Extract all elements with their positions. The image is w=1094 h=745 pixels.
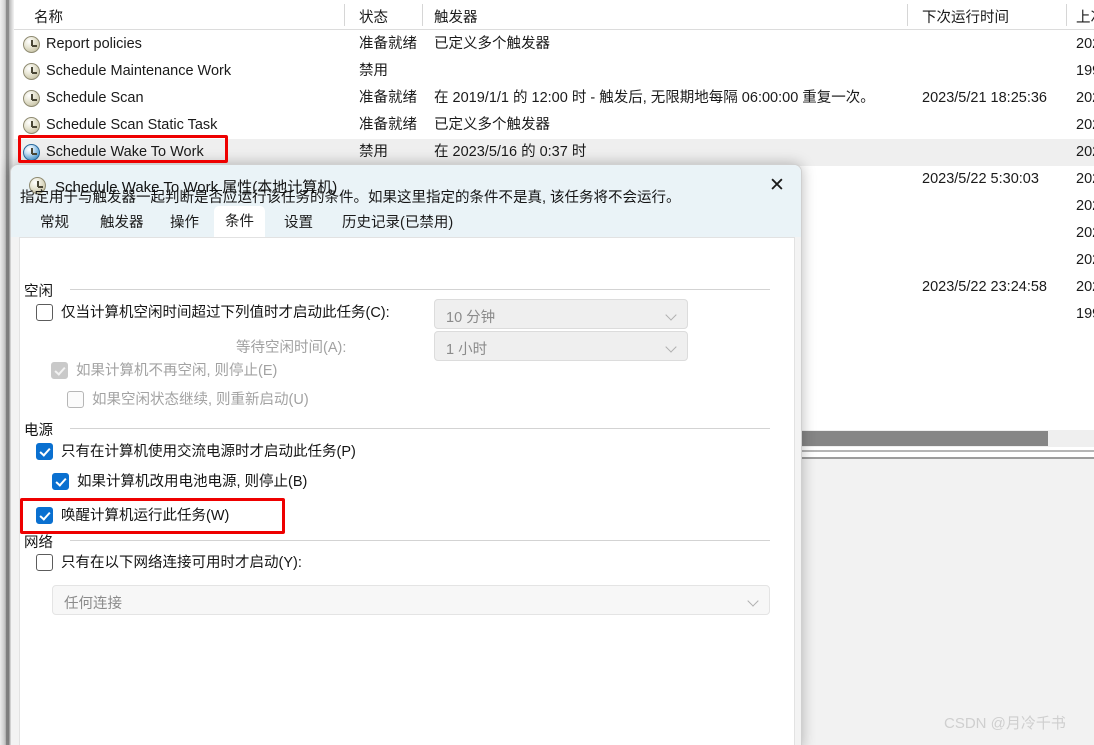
row-status: 准备就绪 (359, 90, 417, 106)
row-name: Schedule Scan Static Task (46, 117, 218, 133)
row-last-run: 199 (1076, 63, 1094, 79)
row-status: 准备就绪 (359, 117, 417, 133)
row-last-run: 202 (1076, 279, 1094, 295)
task-clock-icon (23, 63, 40, 80)
column-separator[interactable] (1066, 4, 1067, 26)
task-clock-icon (23, 36, 40, 53)
row-next-run: 2023/5/21 18:25:36 (922, 90, 1047, 106)
task-clock-icon (23, 117, 40, 134)
table-row[interactable]: Report policies 准备就绪 已定义多个触发器 202 (14, 31, 1094, 58)
row-name: Schedule Wake To Work (46, 144, 204, 160)
row-next-run: 2023/5/22 23:24:58 (922, 279, 1047, 295)
close-icon[interactable]: ✕ (751, 165, 801, 206)
task-clock-icon-blue (23, 144, 40, 161)
conditions-tab-panel (19, 237, 795, 745)
row-status: 禁用 (359, 144, 388, 160)
tab-history[interactable]: 历史记录(已禁用) (331, 209, 464, 237)
column-header-last-run[interactable]: 上次 (1076, 6, 1094, 27)
tab-conditions[interactable]: 条件 (214, 206, 265, 237)
row-last-run: 202 (1076, 225, 1094, 241)
row-last-run: 202 (1076, 36, 1094, 52)
dialog-tabstrip: 常规 触发器 操作 条件 设置 历史记录(已禁用) (11, 206, 801, 237)
column-header-status[interactable]: 状态 (359, 6, 388, 27)
tab-general[interactable]: 常规 (29, 209, 80, 237)
list-column-header: 名称 状态 触发器 下次运行时间 上次 (14, 0, 1094, 30)
row-last-run: 202 (1076, 252, 1094, 268)
row-trigger: 已定义多个触发器 (434, 36, 550, 52)
row-name: Report policies (46, 36, 142, 52)
column-header-next-run[interactable]: 下次运行时间 (922, 6, 1009, 27)
table-row[interactable]: Schedule Scan 准备就绪 在 2019/1/1 的 12:00 时 … (14, 85, 1094, 112)
screen: 名称 状态 触发器 下次运行时间 上次 Report policies 准备就绪… (0, 0, 1094, 745)
tab-settings[interactable]: 设置 (273, 209, 324, 237)
row-name: Schedule Scan (46, 90, 144, 106)
watermark: CSDN @月冷千书 (944, 715, 1066, 732)
column-header-name[interactable]: 名称 (34, 6, 63, 27)
row-status: 准备就绪 (359, 36, 417, 52)
task-clock-icon (29, 177, 46, 194)
row-last-run: 202 (1076, 198, 1094, 214)
task-properties-dialog: Schedule Wake To Work 属性(本地计算机) ✕ 常规 触发器… (10, 164, 802, 745)
column-separator[interactable] (907, 4, 908, 26)
window-frame-divider (6, 0, 9, 745)
row-last-run: 202 (1076, 90, 1094, 106)
dialog-title: Schedule Wake To Work 属性(本地计算机) (55, 179, 338, 196)
row-trigger: 在 2019/1/1 的 12:00 时 - 触发后, 无限期地每隔 06:00… (434, 90, 875, 106)
table-row-selected[interactable]: Schedule Wake To Work 禁用 在 2023/5/16 的 0… (14, 139, 1094, 166)
task-clock-icon (23, 90, 40, 107)
column-header-triggers[interactable]: 触发器 (434, 6, 478, 27)
row-status: 禁用 (359, 63, 388, 79)
row-last-run: 202 (1076, 144, 1094, 160)
row-last-run: 202 (1076, 117, 1094, 133)
tab-triggers[interactable]: 触发器 (89, 209, 155, 237)
row-last-run: 202 (1076, 171, 1094, 187)
table-row[interactable]: Schedule Maintenance Work 禁用 199 (14, 58, 1094, 85)
column-separator[interactable] (344, 4, 345, 26)
table-row[interactable]: Schedule Scan Static Task 准备就绪 已定义多个触发器 … (14, 112, 1094, 139)
dialog-titlebar[interactable]: Schedule Wake To Work 属性(本地计算机) ✕ (11, 165, 801, 206)
row-name: Schedule Maintenance Work (46, 63, 232, 79)
row-last-run: 199 (1076, 306, 1094, 322)
row-next-run: 2023/5/22 5:30:03 (922, 171, 1039, 187)
tab-actions[interactable]: 操作 (159, 209, 210, 237)
row-trigger: 在 2023/5/16 的 0:37 时 (434, 144, 587, 160)
row-trigger: 已定义多个触发器 (434, 117, 550, 133)
column-separator[interactable] (422, 4, 423, 26)
